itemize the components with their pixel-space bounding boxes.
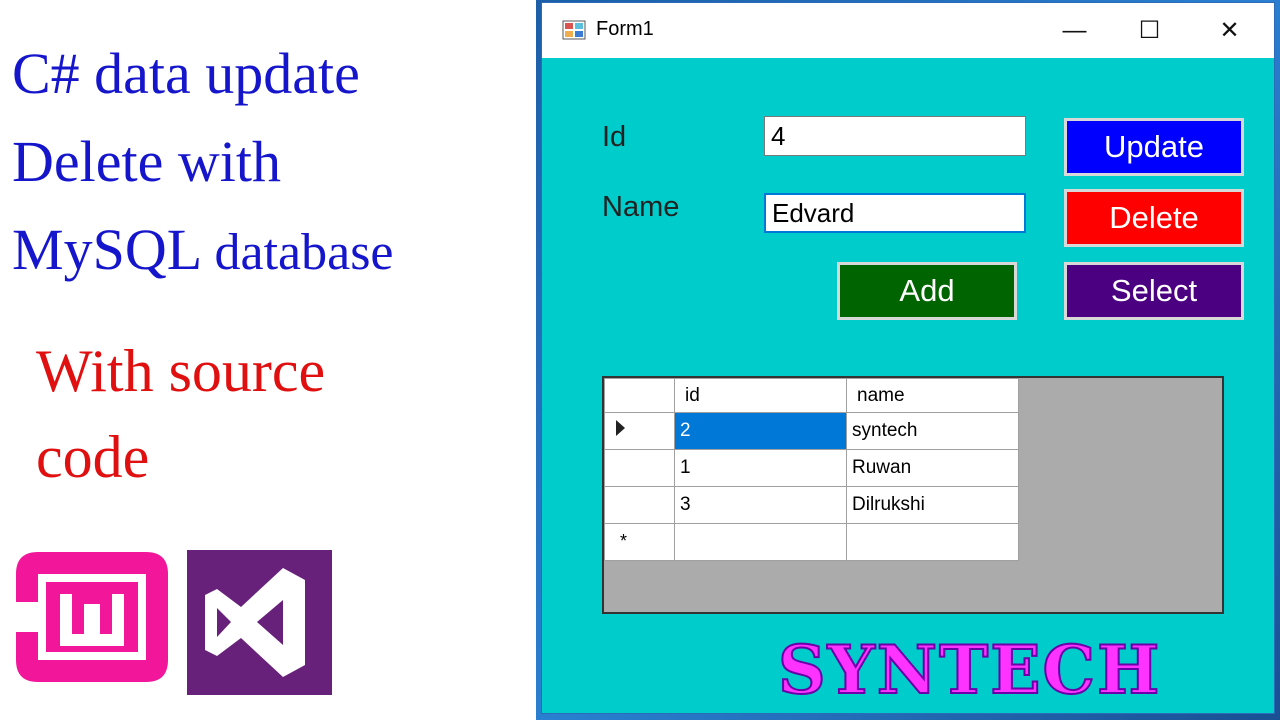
syntech-watermark: SYNTECH	[777, 630, 1162, 710]
new-row[interactable]: *	[604, 523, 1019, 561]
update-button[interactable]: Update	[1064, 118, 1244, 176]
grid-row-header[interactable]: *	[604, 523, 675, 561]
minimize-icon: —	[1062, 16, 1087, 44]
new-row-icon: *	[620, 531, 628, 551]
grid-cell-id[interactable]: 3	[674, 486, 847, 524]
select-button[interactable]: Select	[1064, 262, 1244, 320]
grid-column-header-name[interactable]: name	[846, 378, 1019, 413]
headline-line-2: Delete with	[12, 129, 281, 194]
wampserver-logo	[16, 552, 168, 682]
subline: With source code	[36, 328, 516, 500]
table-row[interactable]: 3 Dilrukshi	[604, 486, 1019, 524]
visual-studio-logo	[187, 550, 332, 695]
data-grid[interactable]: id name 2 syntech 1 Ruwan 3 Dilrukshi *	[602, 376, 1224, 614]
name-label: Name	[602, 191, 680, 223]
headline-mysql: MySQL	[12, 217, 200, 282]
grid-cell-name[interactable]: syntech	[846, 412, 1019, 450]
title-bar[interactable]: Form1 — ☐ ✕	[542, 3, 1274, 58]
delete-button[interactable]: Delete	[1064, 189, 1244, 247]
grid-corner-cell[interactable]	[604, 378, 675, 413]
headline-line-3: MySQL database	[12, 206, 542, 297]
maximize-button[interactable]: ☐	[1112, 3, 1187, 58]
id-input[interactable]	[764, 116, 1026, 156]
grid-row-header[interactable]	[604, 412, 675, 450]
grid-cell-name[interactable]	[846, 523, 1019, 561]
grid-cell-id[interactable]: 1	[674, 449, 847, 487]
grid-column-header-id[interactable]: id	[674, 378, 847, 413]
subline-line-2: code	[36, 424, 150, 490]
headline-database: database	[214, 224, 394, 281]
subline-line-1: With source	[36, 338, 326, 404]
close-icon: ✕	[1219, 17, 1240, 44]
current-row-arrow-icon	[616, 420, 625, 436]
grid-row-header[interactable]	[604, 486, 675, 524]
headline: C# data update Delete with MySQL databas…	[12, 30, 542, 297]
table-row[interactable]: 1 Ruwan	[604, 449, 1019, 487]
headline-line-1: C# data update	[12, 41, 360, 106]
add-button[interactable]: Add	[837, 262, 1017, 320]
form-app-icon	[562, 20, 586, 40]
table-row[interactable]: 2 syntech	[604, 412, 1019, 450]
grid-cell-id[interactable]	[674, 523, 847, 561]
close-button[interactable]: ✕	[1192, 3, 1267, 58]
maximize-icon: ☐	[1138, 17, 1161, 44]
name-input[interactable]	[764, 193, 1026, 233]
grid-cell-name[interactable]: Dilrukshi	[846, 486, 1019, 524]
minimize-button[interactable]: —	[1037, 3, 1112, 58]
grid-row-header[interactable]	[604, 449, 675, 487]
grid-header-row: id name	[604, 378, 1019, 413]
grid-cell-id[interactable]: 2	[674, 412, 847, 450]
form-window: Form1 — ☐ ✕ Id Name Update Delete Select…	[541, 2, 1275, 714]
id-label: Id	[602, 121, 627, 153]
grid-cell-name[interactable]: Ruwan	[846, 449, 1019, 487]
window-title: Form1	[596, 18, 654, 40]
data-grid-table: id name 2 syntech 1 Ruwan 3 Dilrukshi *	[604, 378, 1019, 561]
visual-studio-icon	[205, 568, 305, 677]
